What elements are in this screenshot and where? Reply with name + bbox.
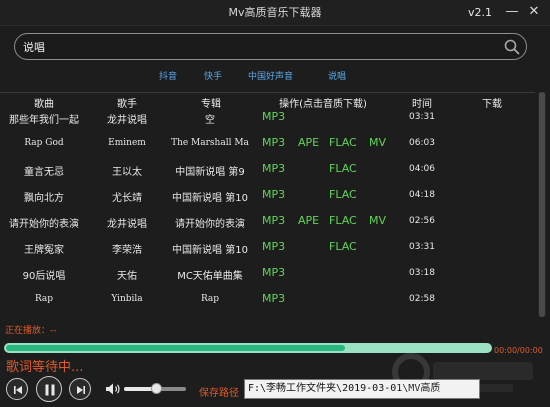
pause-button[interactable] — [36, 376, 62, 402]
lyric-text: 歌词等待中... — [6, 360, 84, 375]
save-path-field[interactable]: F:\李畅工作文件夹\2019-03-01\MV高质 — [244, 379, 480, 399]
next-button[interactable] — [69, 378, 91, 400]
song-artist: 天佑 — [117, 271, 137, 282]
song-name: 90后说唱 — [22, 271, 66, 282]
tag-douyin[interactable]: 抖音 — [159, 69, 177, 82]
song-name: 王牌冤家 — [24, 245, 64, 256]
format-ape-button[interactable]: APE — [298, 214, 319, 227]
format-mp3-button[interactable]: MP3 — [262, 266, 285, 279]
pause-icon — [45, 384, 55, 396]
title-bar[interactable]: Mv高质音乐下载器 v2.1 — ✕ — [0, 0, 550, 26]
song-album: MC天佑单曲集 — [177, 271, 243, 282]
format-mp3-button[interactable]: MP3 — [262, 162, 285, 175]
format-flac-button[interactable]: FLAC — [329, 214, 357, 227]
previous-icon — [14, 386, 22, 394]
time-readout: 00:00/00:00 — [494, 346, 543, 355]
song-row[interactable]: 飘向北方 尤长靖 中国新说唱 第10 MP3 FLAC 04:18 — [0, 183, 535, 209]
tag-rap[interactable]: 说唱 — [328, 69, 346, 82]
search-icon[interactable] — [503, 38, 521, 56]
song-artist: Eminem — [108, 138, 146, 148]
list-scrollbar[interactable] — [538, 92, 546, 317]
previous-button[interactable] — [6, 378, 28, 400]
song-row[interactable]: 请开始你的表演 龙井说唱 请开始你的表演 MP3 APE FLAC MV 02:56 — [0, 209, 535, 235]
song-name: Rap — [34, 294, 54, 304]
song-list: 那些年我们一起 龙井说唱空 MP3 03:31 Rap God Eminem The Mar… — [0, 92, 535, 317]
song-duration: 04:06 — [409, 164, 435, 174]
song-name: 飘向北方 — [24, 193, 64, 204]
song-artist: 李荣浩 — [112, 245, 142, 256]
song-row[interactable]: 王牌冤家 李荣浩 中国新说唱 第10 MP3 FLAC 03:31 — [0, 235, 535, 261]
scrollbar-thumb[interactable] — [539, 92, 545, 317]
tag-kuaishou[interactable]: 快手 — [204, 69, 222, 82]
format-mv-button[interactable]: MV — [369, 214, 386, 227]
song-duration: 03:18 — [409, 268, 435, 278]
progress-bar[interactable] — [4, 343, 492, 353]
next-icon — [77, 386, 85, 394]
song-name: 童言无忌 — [24, 167, 64, 178]
volume-knob[interactable] — [151, 383, 162, 394]
song-row[interactable]: 那些年我们一起 龙井说唱 空 MP3 03:31 — [0, 105, 535, 131]
song-duration: 02:56 — [409, 216, 435, 226]
format-flac-button[interactable]: FLAC — [329, 188, 357, 201]
song-row[interactable]: Rap God Eminem The Marshall Ma MP3 APE FLAC MV… — [0, 131, 535, 157]
tag-voice-of-china[interactable]: 中国好声音 — [248, 69, 293, 82]
now-playing-label: 正在播放：-- — [5, 326, 57, 336]
song-row[interactable]: 童言无忌 王以太 中国新说唱 第9 MP3 FLAC 04:06 — [0, 157, 535, 183]
search-box — [14, 33, 527, 60]
song-album: 空 — [205, 115, 215, 126]
minimize-button[interactable]: — — [504, 4, 520, 20]
format-flac-button[interactable]: FLAC — [329, 162, 357, 175]
format-mp3-button[interactable]: MP3 — [262, 292, 285, 305]
song-row[interactable]: 90后说唱 天佑 MC天佑单曲集 MP3 03:18 — [0, 261, 535, 287]
song-duration: 03:31 — [409, 112, 435, 122]
song-album: The Marshall Ma — [171, 138, 249, 148]
format-mp3-button[interactable]: MP3 — [262, 214, 285, 227]
song-album: 请开始你的表演 — [175, 219, 245, 230]
song-artist: 尤长靖 — [112, 193, 142, 204]
format-ape-button[interactable]: APE — [298, 136, 319, 149]
song-duration: 03:31 — [409, 242, 435, 252]
song-album: 中国新说唱 第10 — [172, 245, 248, 256]
song-duration: 04:18 — [409, 190, 435, 200]
progress-fill — [6, 345, 345, 351]
format-mp3-button[interactable]: MP3 — [262, 110, 285, 123]
song-artist: 龙井说唱 — [107, 115, 147, 126]
format-mp3-button[interactable]: MP3 — [262, 240, 285, 253]
song-album: 中国新说唱 第9 — [175, 167, 245, 178]
version-label: v2.1 — [468, 6, 493, 19]
save-path-label: 保存路径 — [199, 388, 239, 399]
app-window: Mv高质音乐下载器 v2.1 — ✕ 抖音 快手 中国好声音 说唱 歌曲 歌手 … — [0, 0, 550, 407]
song-artist: 王以太 — [112, 167, 142, 178]
format-mp3-button[interactable]: MP3 — [262, 188, 285, 201]
search-input[interactable] — [23, 38, 493, 56]
format-mp3-button[interactable]: MP3 — [262, 136, 285, 149]
song-album: Rap — [200, 294, 220, 304]
format-flac-button[interactable]: FLAC — [329, 240, 357, 253]
song-duration: 02:58 — [409, 294, 435, 304]
song-album: 中国新说唱 第10 — [172, 193, 248, 204]
volume-icon[interactable] — [105, 382, 121, 396]
song-artist: Yinbila — [111, 294, 143, 304]
song-row[interactable]: Rap Yinbila Rap MP3 02:58 — [0, 287, 535, 313]
format-mv-button[interactable]: MV — [369, 136, 386, 149]
format-flac-button[interactable]: FLAC — [329, 136, 357, 149]
close-button[interactable]: ✕ — [526, 4, 542, 20]
song-name: Rap God — [24, 138, 64, 148]
song-name: 请开始你的表演 — [9, 219, 79, 230]
song-artist: 龙井说唱 — [107, 219, 147, 230]
song-duration: 06:03 — [409, 138, 435, 148]
song-name: 那些年我们一起 — [9, 115, 79, 126]
